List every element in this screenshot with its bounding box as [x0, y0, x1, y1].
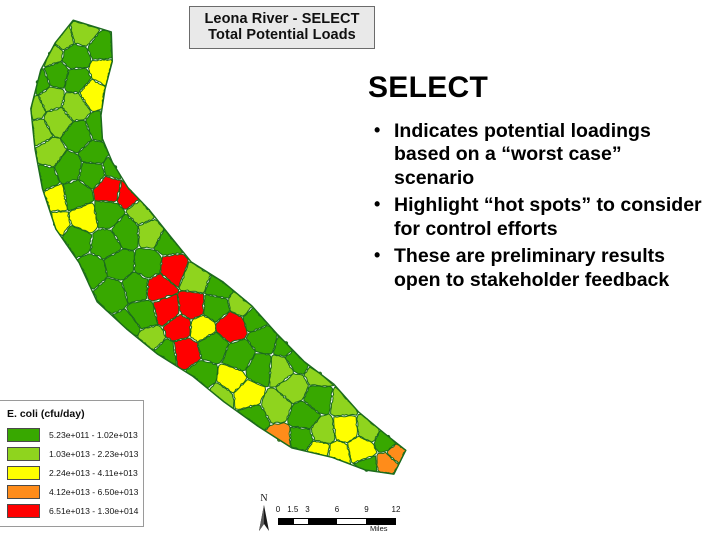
subwatershed-polygon — [303, 366, 335, 387]
scale-tick-label: 0 — [275, 505, 281, 514]
subwatershed-polygon — [133, 247, 163, 279]
legend-row: 2.24e+013 - 4.11e+013 — [7, 465, 138, 480]
scale-tick-label: 12 — [391, 505, 401, 514]
scale-tick-label: 6 — [334, 505, 340, 514]
legend-swatch — [7, 446, 40, 461]
scale-bar-units: Miles — [370, 524, 388, 533]
text-panel: SELECT Indicates potential loadings base… — [368, 72, 704, 296]
scale-bar: 0 1.5 3 6 9 12 Miles — [275, 505, 410, 535]
legend-label: 6.51e+013 - 1.30e+014 — [49, 505, 139, 516]
north-arrow-label: N — [260, 493, 268, 504]
north-arrow-needle-icon — [259, 505, 269, 531]
scale-tick-label: 3 — [305, 505, 310, 514]
scale-tick-label: 1.5 — [287, 505, 299, 514]
north-arrow-icon: N — [252, 494, 276, 536]
legend-class-list: 5.23e+011 - 1.02e+013 1.03e+013 - 2.23e+0… — [7, 427, 139, 518]
legend-row: 1.03e+013 - 2.23e+013 — [7, 446, 139, 461]
legend-row: 5.23e+011 - 1.02e+013 — [7, 427, 138, 442]
scale-segment — [279, 519, 294, 524]
map-legend: E. coli (cfu/day) 5.23e+011 - 1.02e+013 1… — [0, 400, 144, 527]
map-title-box: Leona River - SELECT Total Potential Loa… — [189, 6, 375, 50]
legend-title: E. coli (cfu/day) — [7, 408, 85, 420]
legend-row: 6.51e+013 - 1.30e+014 — [7, 503, 139, 518]
legend-swatch — [7, 503, 40, 518]
legend-swatch — [7, 427, 40, 442]
legend-label: 2.24e+013 - 4.11e+013 — [49, 467, 138, 478]
legend-swatch — [7, 465, 40, 480]
scale-segment — [293, 519, 308, 524]
subwatershed-polygon — [264, 422, 291, 447]
scale-segment — [337, 519, 366, 524]
slide-canvas: Leona River - SELECT Total Potential Loa… — [0, 0, 720, 540]
legend-label: 1.03e+013 - 2.23e+013 — [49, 448, 139, 459]
map-title-line-2: Total Potential Loads — [208, 27, 356, 44]
legend-label: 4.12e+013 - 6.50e+013 — [49, 486, 139, 497]
bullet-list: Indicates potential loadings based on a … — [368, 119, 704, 294]
scale-segment — [308, 519, 337, 524]
legend-label: 5.23e+011 - 1.02e+013 — [49, 429, 138, 440]
select-heading: SELECT — [368, 71, 489, 104]
legend-row: 4.12e+013 - 6.50e+013 — [7, 484, 139, 499]
bullet-item: These are preliminary results open to st… — [368, 244, 704, 293]
scale-bar-ticks: 0 1.5 3 6 9 12 — [275, 505, 410, 517]
subwatershed-polygon — [330, 386, 359, 417]
legend-swatch — [7, 484, 40, 499]
bullet-item: Highlight “hot spots” to consider for co… — [368, 193, 704, 242]
map-title-line-1: Leona River - SELECT — [204, 11, 360, 27]
subwatershed-polygon — [54, 23, 74, 51]
scale-tick-label: 9 — [364, 505, 369, 514]
bullet-item: Indicates potential loadings based on a … — [368, 119, 704, 192]
